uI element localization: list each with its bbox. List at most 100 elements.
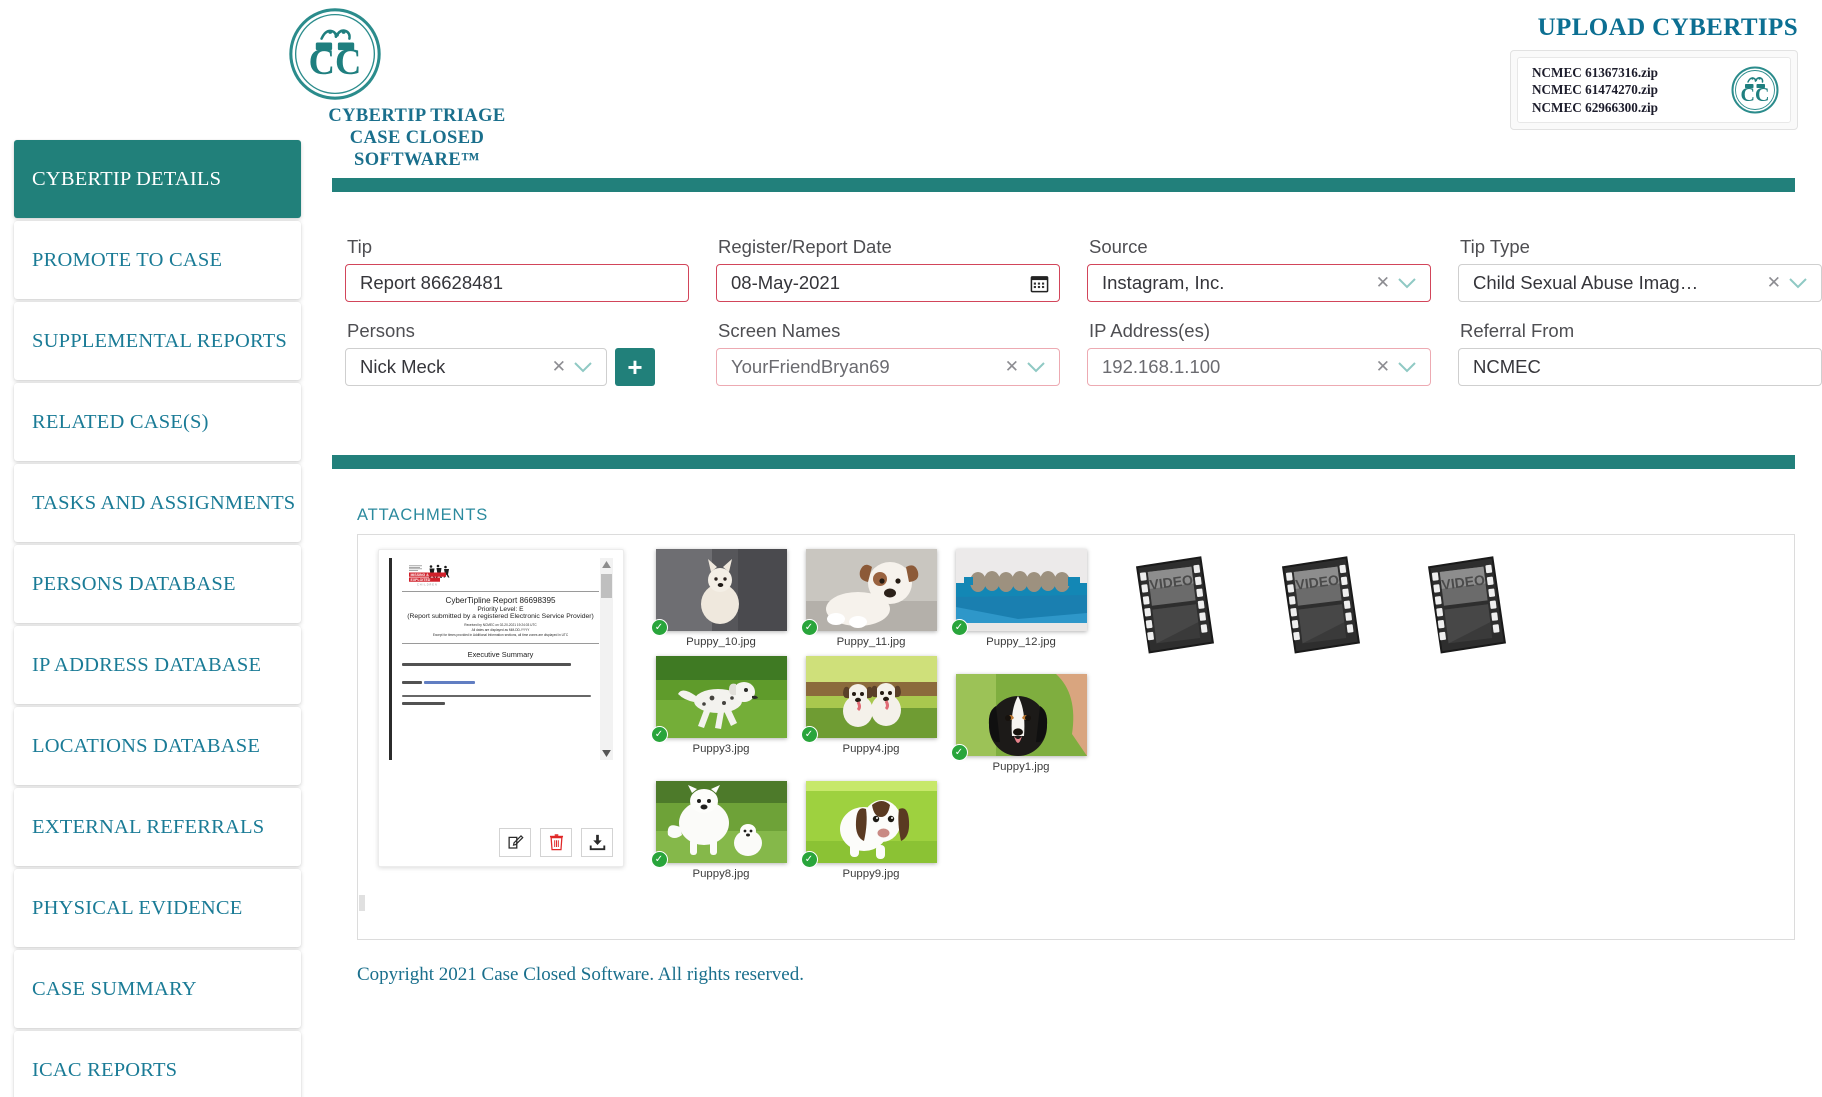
verified-check-icon: ✓ [800,619,818,636]
sidebar-item-persons-database[interactable]: PERSONS DATABASE [14,545,301,623]
verified-check-icon: ✓ [650,851,668,868]
tip-type-select[interactable]: Child Sexual Abuse Imag… ✕ [1458,264,1822,302]
video-attachment[interactable]: VIDEO [1128,555,1220,655]
persons-value: Nick Meck [360,356,446,377]
clear-icon[interactable]: ✕ [1003,358,1025,377]
puppy-photo[interactable] [805,656,937,738]
trash-icon[interactable] [540,828,572,857]
chevron-down-icon[interactable] [572,360,598,374]
clear-icon[interactable]: ✕ [1374,274,1396,293]
sidebar-item-label: PHYSICAL EVIDENCE [32,896,243,919]
screen-names-select[interactable]: YourFriendBryan69 ✕ [716,348,1060,386]
main-content: Tip Report 86628481 Register/Report Date… [300,0,1822,1097]
sidebar-item-physical-evidence[interactable]: PHYSICAL EVIDENCE [14,869,301,947]
sidebar-item-label: TASKS AND ASSIGNMENTS [32,491,296,514]
clear-icon[interactable]: ✕ [1765,274,1787,293]
document-body-redacted [402,662,599,706]
video-attachment[interactable]: VIDEO [1420,555,1512,655]
sidebar-item-external-referrals[interactable]: EXTERNAL REFERRALS [14,788,301,866]
video-attachment[interactable]: VIDEO [1274,555,1366,655]
attachment-thumbnail[interactable]: ✓ Puppy4.jpg [796,656,946,773]
register-report-date-input[interactable]: 08-May-2021 [716,264,1060,302]
document-attachment-card[interactable]: MISSING & EXPLOITED CHILDREN CyberTipline… [378,549,624,867]
sidebar-item-locations-database[interactable]: LOCATIONS DATABASE [14,707,301,785]
sidebar-item-label: PERSONS DATABASE [32,572,236,595]
sidebar-item-case-summary[interactable]: CASE SUMMARY [14,950,301,1028]
field-referral-from: Referral From NCMEC [1458,320,1822,386]
edit-icon[interactable] [499,828,531,857]
calendar-icon[interactable] [1030,274,1051,293]
tip-type-value: Child Sexual Abuse Imag… [1473,272,1699,293]
field-label-tip-type: Tip Type [1460,236,1530,257]
sidebar-item-label: LOCATIONS DATABASE [32,734,261,757]
svg-text:CHILDREN: CHILDREN [417,584,438,587]
document-priority: Priority Level: E [477,606,524,613]
puppy-photo[interactable] [655,781,787,863]
field-register-report-date: Register/Report Date 08-May-2021 [716,236,1060,302]
scrollbar-thumb[interactable] [601,574,612,598]
attachment-filename: Puppy_10.jpg [686,636,756,648]
sidebar-item-icac-reports[interactable]: ICAC REPORTS [14,1031,301,1097]
sidebar-item-label: SUPPLEMENTAL REPORTS [32,329,287,352]
sidebar-nav: CYBERTIP DETAILS PROMOTE TO CASE SUPPLEM… [0,0,301,1097]
verified-check-icon: ✓ [950,744,968,761]
document-subtitle: (Report submitted by a registered Electr… [407,613,594,620]
attachment-thumbnail[interactable]: ✓ Puppy3.jpg [646,656,796,773]
persons-select[interactable]: Nick Meck ✕ [345,348,607,386]
referral-from-input[interactable]: NCMEC [1458,348,1822,386]
attachment-thumbnail[interactable]: ✓ Puppy_11.jpg [796,549,946,648]
clear-icon[interactable]: ✕ [550,358,572,377]
puppy-photo[interactable] [655,549,787,631]
sidebar-item-label: ICAC REPORTS [32,1058,178,1081]
screen-names-value: YourFriendBryan69 [731,356,890,377]
field-label-persons: Persons [347,320,415,341]
document-preview: MISSING & EXPLOITED CHILDREN CyberTipline… [389,558,613,760]
tip-value: Report 86628481 [360,272,503,293]
chevron-down-icon[interactable] [1787,276,1813,290]
attachment-thumbnail[interactable]: ✓ Puppy9.jpg [796,781,946,880]
add-person-button[interactable]: + [615,348,655,386]
document-heading: CyberTipline Report 86698395 [445,596,556,605]
sidebar-item-related-cases[interactable]: RELATED CASE(S) [14,383,301,461]
verified-check-icon: ✓ [650,726,668,743]
sidebar-item-supplemental-reports[interactable]: SUPPLEMENTAL REPORTS [14,302,301,380]
sidebar-item-label: CYBERTIP DETAILS [32,167,222,190]
puppy-photo[interactable] [955,674,1087,756]
field-label-screen-names: Screen Names [718,320,841,341]
sidebar-item-label: EXTERNAL REFERRALS [32,815,265,838]
document-meta-line: Except for times provided in Additional … [432,632,569,637]
referral-from-value: NCMEC [1473,356,1541,377]
ip-addresses-select[interactable]: 192.168.1.100 ✕ [1087,348,1431,386]
field-label-source: Source [1089,236,1148,257]
sidebar-item-tasks-and-assignments[interactable]: TASKS AND ASSIGNMENTS [14,464,301,542]
attachment-thumbnail[interactable]: ✓ Puppy_12.jpg [946,549,1096,648]
sidebar-item-ip-address-database[interactable]: IP ADDRESS DATABASE [14,626,301,704]
chevron-down-icon[interactable] [1396,276,1422,290]
copyright-text: Copyright 2021 Case Closed Software. All… [357,964,804,985]
sidebar-item-promote-to-case[interactable]: PROMOTE TO CASE [14,221,301,299]
chevron-down-icon[interactable] [1025,360,1051,374]
scrollbar-thumb[interactable] [359,895,365,911]
chevron-down-icon[interactable] [1396,360,1422,374]
attachments-scrollbar[interactable] [358,535,366,939]
tip-input[interactable]: Report 86628481 [345,264,689,302]
attachment-thumbnail[interactable]: ✓ Puppy1.jpg [946,674,1096,773]
puppy-photo[interactable] [655,656,787,738]
document-preview-scrollbar[interactable] [600,558,613,760]
sidebar-item-cybertip-details[interactable]: CYBERTIP DETAILS [14,140,301,218]
sidebar-item-label: CASE SUMMARY [32,977,197,1000]
verified-check-icon: ✓ [650,619,668,636]
puppy-photo[interactable] [805,549,937,631]
puppy-photo[interactable] [955,549,1087,631]
verified-check-icon: ✓ [950,619,968,636]
document-action-bar [389,828,613,857]
clear-icon[interactable]: ✕ [1374,358,1396,377]
puppy-photo[interactable] [805,781,937,863]
video-filmstrip-icon: VIDEO [1281,556,1360,654]
download-icon[interactable] [581,828,613,857]
attachment-thumbnail[interactable]: ✓ Puppy8.jpg [646,781,796,880]
attachment-thumbnail[interactable]: ✓ Puppy_10.jpg [646,549,796,648]
section-divider-top [332,178,1795,192]
source-select[interactable]: Instagram, Inc. ✕ [1087,264,1431,302]
verified-check-icon: ✓ [800,726,818,743]
